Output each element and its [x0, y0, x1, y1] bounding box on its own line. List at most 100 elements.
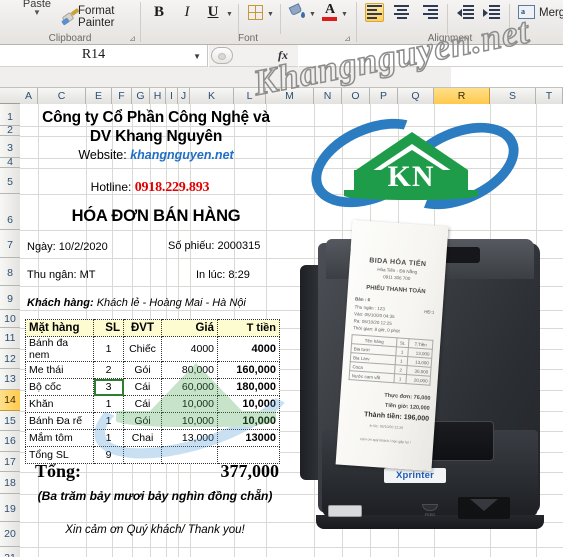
borders-icon[interactable] [248, 5, 263, 20]
row-header-15[interactable]: 15 [0, 411, 20, 431]
column-header-R[interactable]: R [434, 88, 490, 104]
column-header-A[interactable]: A [20, 88, 38, 104]
row-header-19[interactable]: 19 [0, 494, 20, 522]
row-header-10[interactable]: 10 [0, 310, 20, 328]
column-header-T[interactable]: T [536, 88, 563, 104]
row-header-9[interactable]: 9 [0, 286, 20, 310]
column-header-C[interactable]: C [38, 88, 86, 104]
row-header-7[interactable]: 7 [0, 230, 20, 258]
row-header-14[interactable]: 14 [0, 390, 20, 411]
table-row[interactable]: Khăn 1 Cái 10,000 10,000 [25, 395, 280, 413]
column-header-F[interactable]: F [112, 88, 132, 104]
table-row[interactable]: Me thái 2 Gói 80,000 160,000 [25, 361, 280, 379]
paste-button[interactable]: Paste ▼ [12, 0, 62, 17]
underline-button[interactable]: U [204, 4, 222, 21]
italic-button[interactable]: I [178, 4, 196, 21]
cell-item[interactable]: Mắm tôm [25, 429, 94, 447]
column-header-M[interactable]: M [266, 88, 314, 104]
row-header-12[interactable]: 12 [0, 349, 20, 369]
increase-indent-button[interactable] [483, 5, 500, 20]
column-header-S[interactable]: S [490, 88, 536, 104]
cell-qty[interactable]: 9 [93, 446, 124, 464]
column-header-Q[interactable]: Q [398, 88, 434, 104]
row-header-11[interactable]: 11 [0, 328, 20, 349]
row-header-2[interactable]: 2 [0, 125, 20, 136]
cell-unit[interactable]: Chai [123, 429, 162, 447]
cell-unit[interactable] [123, 446, 162, 464]
column-header-I[interactable]: I [166, 88, 178, 104]
row-header-1[interactable]: 1 [0, 104, 20, 126]
row-header-21[interactable]: 21 [0, 547, 20, 557]
cell-qty[interactable]: 1 [93, 336, 124, 362]
column-header-H[interactable]: H [150, 88, 166, 104]
column-header-K[interactable]: K [190, 88, 234, 104]
cell-item[interactable]: Khăn [25, 395, 94, 413]
row-header-16[interactable]: 16 [0, 431, 20, 452]
cell-qty[interactable]: 3 [93, 378, 124, 396]
cell-unit[interactable]: Gói [123, 361, 162, 379]
row-header-6[interactable]: 6 [0, 194, 20, 230]
cell-item[interactable]: Bộ cốc [25, 378, 94, 396]
fx-icon[interactable]: fx [278, 48, 288, 63]
merge-cells-icon[interactable]: a [518, 5, 535, 19]
cell-item[interactable]: Bánh đa nem [25, 336, 94, 362]
cell-price[interactable]: 60,000 [161, 378, 218, 396]
row-header-4[interactable]: 4 [0, 157, 20, 168]
paste-dropdown-caret[interactable]: ▼ [12, 9, 62, 17]
row-header-13[interactable]: 13 [0, 369, 20, 390]
cell-item[interactable]: Bánh Đa rế [25, 412, 94, 430]
formula-input[interactable] [299, 45, 563, 67]
cell-unit[interactable]: Chiếc [123, 336, 162, 362]
cell-total[interactable]: 4000 [217, 336, 280, 362]
name-box[interactable]: R14 ▼ [0, 45, 208, 67]
bold-button[interactable]: B [150, 4, 168, 21]
cell-price[interactable]: 13,000 [161, 429, 218, 447]
table-row-selected[interactable]: Bộ cốc 3 Cái 60,000 180,000 [25, 378, 280, 396]
cell-unit[interactable]: Cái [123, 395, 162, 413]
cell-price[interactable]: 10,000 [161, 412, 218, 430]
cell-total[interactable]: 160,000 [217, 361, 280, 379]
clipboard-dialog-launcher[interactable]: ⊿ [128, 34, 137, 43]
decrease-indent-button[interactable] [457, 5, 474, 20]
underline-dropdown-caret[interactable]: ▼ [226, 11, 233, 18]
fill-color-icon[interactable] [288, 3, 306, 21]
row-header-3[interactable]: 3 [0, 136, 20, 158]
cell-qty[interactable]: 1 [93, 429, 124, 447]
cell-qty[interactable]: 1 [93, 412, 124, 430]
cell-price[interactable]: 80,000 [161, 361, 218, 379]
table-row[interactable]: Mắm tôm 1 Chai 13,000 13000 [25, 429, 280, 447]
cell-price[interactable]: 4000 [161, 336, 218, 362]
row-header-17[interactable]: 17 [0, 452, 20, 472]
cell-price[interactable] [161, 446, 218, 464]
column-header-G[interactable]: G [132, 88, 150, 104]
cell-price[interactable]: 10,000 [161, 395, 218, 413]
row-header-5[interactable]: 5 [0, 168, 20, 194]
align-left-button[interactable] [365, 3, 384, 22]
cell-total[interactable]: 10,000 [217, 412, 280, 430]
align-right-button[interactable] [421, 5, 438, 20]
cell-qty[interactable]: 1 [93, 395, 124, 413]
row-header-18[interactable]: 18 [0, 472, 20, 494]
column-header-J[interactable]: J [178, 88, 190, 104]
format-painter-button[interactable]: Format Painter [61, 5, 140, 29]
cell-item[interactable]: Me thái [25, 361, 94, 379]
cell-qty[interactable]: 2 [93, 361, 124, 379]
fill-color-dropdown-caret[interactable]: ▼ [309, 11, 316, 18]
column-header-O[interactable]: O [342, 88, 370, 104]
align-center-button[interactable] [393, 5, 410, 20]
column-header-N[interactable]: N [314, 88, 342, 104]
insert-function-button[interactable] [211, 47, 233, 64]
row-header-20[interactable]: 20 [0, 522, 20, 547]
cell-unit[interactable]: Gói [123, 412, 162, 430]
font-color-dropdown-caret[interactable]: ▼ [341, 11, 348, 18]
column-header-E[interactable]: E [86, 88, 112, 104]
table-row[interactable]: Bánh Đa rế 1 Gói 10,000 10,000 [25, 412, 280, 430]
font-color-icon[interactable]: A [322, 3, 338, 21]
column-header-L[interactable]: L [234, 88, 266, 104]
cell-total[interactable]: 13000 [217, 429, 280, 447]
column-header-P[interactable]: P [370, 88, 398, 104]
row-header-8[interactable]: 8 [0, 258, 20, 286]
cell-total[interactable]: 10,000 [217, 395, 280, 413]
table-row[interactable]: Bánh đa nem 1 Chiếc 4000 4000 [25, 336, 280, 362]
cell-total[interactable]: 180,000 [217, 378, 280, 396]
